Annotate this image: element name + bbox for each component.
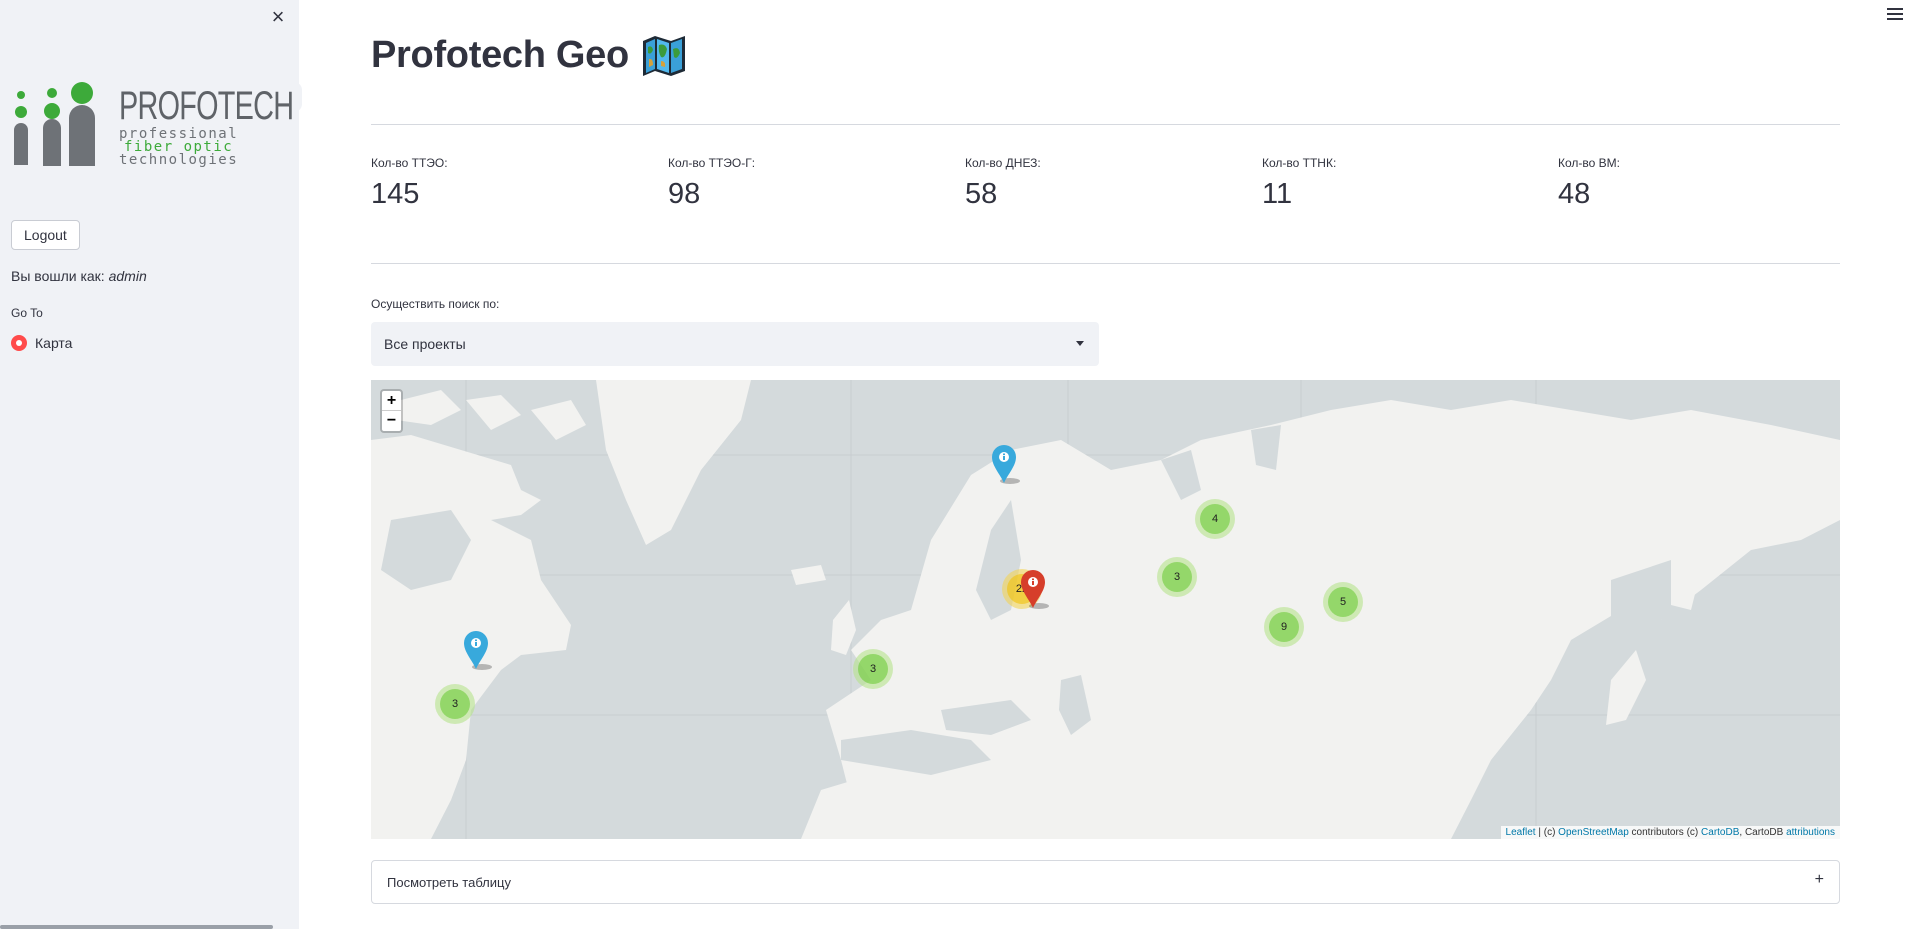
metric-vm: Кол-во ВМ: 48 xyxy=(1558,156,1620,211)
map-marker-blue[interactable] xyxy=(462,628,492,670)
project-select[interactable]: Все проекты xyxy=(371,322,1099,366)
attribution-text: , CartoDB xyxy=(1739,827,1787,838)
table-expander[interactable]: Посмотреть таблицу + xyxy=(371,860,1840,904)
zoom-out-button[interactable]: − xyxy=(382,411,401,431)
cartodb-attributions-link[interactable]: attributions xyxy=(1786,827,1835,838)
world-map-icon xyxy=(642,36,685,76)
metric-value: 98 xyxy=(668,178,701,210)
logged-in-prefix: Вы вошли как: xyxy=(11,268,105,284)
metric-tteo: Кол-во ТТЭО: 145 xyxy=(371,156,448,211)
map-cluster[interactable]: 5 xyxy=(1323,582,1363,622)
map-cluster[interactable]: 9 xyxy=(1264,607,1304,647)
project-select-value: Все проекты xyxy=(384,336,466,352)
close-sidebar-icon[interactable]: × xyxy=(268,6,288,28)
metric-value: 58 xyxy=(965,178,998,210)
table-expander-label: Посмотреть таблицу xyxy=(387,875,511,890)
metric-value: 11 xyxy=(1262,178,1293,210)
metric-ttnk: Кол-во ТТНК: 11 xyxy=(1262,156,1336,211)
sidebar: × PROFOTECH professional fiber optic tec… xyxy=(0,0,299,929)
expand-plus-icon[interactable]: + xyxy=(1815,871,1824,889)
cluster-count: 5 xyxy=(1328,587,1358,617)
nav-radio-map[interactable]: Карта xyxy=(11,333,72,353)
map-cluster[interactable]: 3 xyxy=(853,649,893,689)
map-marker-red[interactable] xyxy=(1019,567,1049,609)
search-label: Осуществить поиск по: xyxy=(371,297,500,311)
metric-label: Кол-во ДНЕЗ: xyxy=(965,156,1041,170)
attribution-text: | (c) xyxy=(1535,827,1559,838)
page-title-text: Profotech Geo xyxy=(371,33,629,76)
logout-button[interactable]: Logout xyxy=(11,220,80,250)
metric-label: Кол-во ВМ: xyxy=(1558,156,1620,170)
radio-selected-icon[interactable] xyxy=(11,335,27,351)
logo-brand-text: PROFOTECH xyxy=(119,84,294,128)
metric-label: Кол-во ТТНК: xyxy=(1262,156,1337,170)
metric-tteo-g: Кол-во ТТЭО-Г: 98 xyxy=(668,156,755,211)
page-title: Profotech Geo xyxy=(371,30,687,80)
map-basemap[interactable] xyxy=(371,380,1840,839)
hamburger-menu-icon[interactable] xyxy=(1887,8,1903,22)
logo-dots-graphic xyxy=(14,82,95,166)
profotech-logo: PROFOTECH professional fiber optic techn… xyxy=(11,80,294,170)
map-attribution: Leaflet | (c) OpenStreetMap contributors… xyxy=(1500,826,1840,839)
metric-value: 48 xyxy=(1558,178,1591,210)
cluster-count: 3 xyxy=(1162,562,1192,592)
metric-dnez: Кол-во ДНЕЗ: 58 xyxy=(965,156,1041,211)
zoom-in-button[interactable]: + xyxy=(382,391,401,411)
metric-label: Кол-во ТТЭО-Г: xyxy=(668,156,756,170)
map-cluster[interactable]: 4 xyxy=(1195,499,1235,539)
nav-radio-map-label: Карта xyxy=(35,335,73,351)
chevron-down-icon[interactable] xyxy=(1076,341,1084,346)
attribution-text: contributors (c) xyxy=(1628,827,1702,838)
map-marker-blue[interactable] xyxy=(990,442,1020,484)
cluster-count: 4 xyxy=(1200,504,1230,534)
goto-label: Go To xyxy=(11,306,43,320)
zoom-control: + − xyxy=(380,389,403,433)
cartodb-link[interactable]: CartoDB xyxy=(1701,827,1739,838)
leaflet-link[interactable]: Leaflet xyxy=(1506,827,1536,838)
cluster-count: 3 xyxy=(858,654,888,684)
metric-label: Кол-во ТТЭО: xyxy=(371,156,448,170)
cluster-count: 9 xyxy=(1269,612,1299,642)
sidebar-edge-tab xyxy=(292,82,302,112)
divider-bottom xyxy=(371,263,1840,264)
logo-wordmark: PROFOTECH professional fiber optic techn… xyxy=(119,84,294,170)
metric-value: 145 xyxy=(371,178,420,210)
logged-in-info: Вы вошли как: admin xyxy=(11,268,147,284)
map-cluster[interactable]: 3 xyxy=(1157,557,1197,597)
divider-top xyxy=(371,124,1840,125)
openstreetmap-link[interactable]: OpenStreetMap xyxy=(1558,827,1629,838)
logged-in-username: admin xyxy=(108,268,147,284)
logo-line-technologies: technologies xyxy=(119,152,239,168)
map-view[interactable]: + − 4 3 22 9 5 3 3 Leaflet | (c) OpenStr… xyxy=(371,380,1840,839)
map-cluster[interactable]: 3 xyxy=(435,684,475,724)
cluster-count: 3 xyxy=(440,689,470,719)
sidebar-scrollbar[interactable] xyxy=(0,925,273,929)
